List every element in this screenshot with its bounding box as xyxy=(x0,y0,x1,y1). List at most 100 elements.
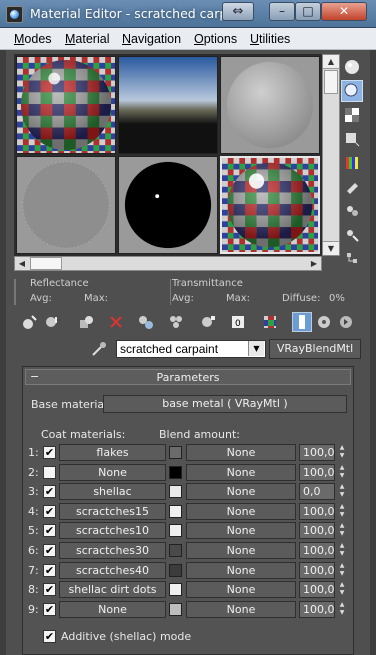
coat-color-swatch[interactable] xyxy=(169,603,182,616)
coat-enable-checkbox[interactable]: ✔ xyxy=(43,544,56,557)
coat-color-swatch[interactable] xyxy=(169,544,182,557)
close-button[interactable]: ✕ xyxy=(321,2,367,21)
coat-enable-checkbox[interactable] xyxy=(43,466,56,479)
coat-color-swatch[interactable] xyxy=(169,505,182,518)
blend-amount-spinner[interactable]: ▲ ▼ xyxy=(337,522,347,539)
scroll-up-icon[interactable]: ▲ xyxy=(323,55,339,69)
material-type-button[interactable]: VRayBlendMtl xyxy=(269,339,361,359)
parameters-rollout-header[interactable]: Parameters − xyxy=(25,369,351,385)
menu-options[interactable]: Options xyxy=(194,32,237,46)
make-unique-icon[interactable] xyxy=(166,312,186,332)
menu-utilities[interactable]: Utilities xyxy=(250,32,290,46)
sample-slot-4[interactable] xyxy=(16,156,116,254)
get-material-icon[interactable] xyxy=(20,312,40,332)
coat-color-swatch[interactable] xyxy=(169,446,182,459)
blend-amount-field[interactable]: 100,0 xyxy=(299,542,335,559)
blend-map-button[interactable]: None xyxy=(186,601,296,618)
coat-material-button[interactable]: scractches40 xyxy=(59,562,166,579)
coat-material-button[interactable]: shellac xyxy=(59,483,166,500)
coat-color-swatch[interactable] xyxy=(169,485,182,498)
go-forward-sibling-icon[interactable] xyxy=(336,312,356,332)
coat-enable-checkbox[interactable]: ✔ xyxy=(43,524,56,537)
menu-material[interactable]: Material xyxy=(65,32,109,46)
blend-amount-field[interactable]: 100,0 xyxy=(299,464,335,481)
blend-amount-spinner[interactable]: ▲ ▼ xyxy=(337,483,347,500)
blend-map-button[interactable]: None xyxy=(186,464,296,481)
maximize-button[interactable]: □ xyxy=(295,2,321,21)
coat-material-button[interactable]: scractches10 xyxy=(59,522,166,539)
blend-amount-spinner[interactable]: ▲ ▼ xyxy=(337,503,347,520)
show-end-result-icon[interactable] xyxy=(292,312,312,332)
sample-slot-5[interactable] xyxy=(118,156,218,254)
collapse-icon[interactable]: − xyxy=(30,370,39,383)
scroll-down-icon[interactable]: ▼ xyxy=(323,241,339,255)
sample-slot-1[interactable] xyxy=(16,56,116,154)
scroll-right-icon[interactable]: ▶ xyxy=(307,257,321,270)
additive-mode-checkbox[interactable]: ✔ xyxy=(43,630,56,643)
assign-material-icon[interactable] xyxy=(76,312,96,332)
go-to-parent-icon[interactable] xyxy=(314,312,334,332)
blend-amount-spinner[interactable]: ▲ ▼ xyxy=(337,601,347,618)
coat-enable-checkbox[interactable]: ✔ xyxy=(43,564,56,577)
menu-navigation[interactable]: Navigation xyxy=(122,32,181,46)
put-material-icon[interactable] xyxy=(42,312,62,332)
reset-map-icon[interactable] xyxy=(106,312,126,332)
coat-color-swatch[interactable] xyxy=(169,466,182,479)
blend-amount-field[interactable]: 0,0 xyxy=(299,483,335,500)
slots-horizontal-scrollbar[interactable]: ◀ ▶ xyxy=(14,256,322,271)
background-icon[interactable] xyxy=(341,104,363,126)
scroll-thumb-horizontal[interactable] xyxy=(30,257,62,270)
blend-amount-spinner[interactable]: ▲ ▼ xyxy=(337,562,347,579)
blend-amount-field[interactable]: 100,0 xyxy=(299,522,335,539)
sample-slot-3[interactable] xyxy=(220,56,320,154)
chevron-down-icon[interactable]: ▼ xyxy=(248,341,264,356)
blend-amount-field[interactable]: 100,0 xyxy=(299,581,335,598)
coat-enable-checkbox[interactable]: ✔ xyxy=(43,485,56,498)
coat-color-swatch[interactable] xyxy=(169,583,182,596)
coat-enable-checkbox[interactable]: ✔ xyxy=(43,446,56,459)
sample-type-icon[interactable] xyxy=(341,56,363,78)
sample-uv-tiling-icon[interactable] xyxy=(341,128,363,150)
blend-amount-spinner[interactable]: ▲ ▼ xyxy=(337,464,347,481)
backlight-icon[interactable] xyxy=(341,80,363,102)
select-by-material-icon[interactable] xyxy=(341,224,363,246)
scroll-left-icon[interactable]: ◀ xyxy=(15,257,29,270)
blend-amount-spinner[interactable]: ▲ ▼ xyxy=(337,444,347,461)
sample-slot-6[interactable] xyxy=(220,156,320,254)
swap-arrows-icon[interactable]: ⇔ xyxy=(222,2,254,21)
material-map-navigator-icon[interactable] xyxy=(341,248,363,270)
pick-material-eyedropper-icon[interactable] xyxy=(90,340,108,358)
blend-amount-field[interactable]: 100,0 xyxy=(299,503,335,520)
sample-slot-2[interactable] xyxy=(118,56,218,154)
slots-vertical-scrollbar[interactable]: ▲ ▼ xyxy=(322,54,340,256)
coat-material-button[interactable]: None xyxy=(59,464,166,481)
coat-material-button[interactable]: shellac dirt dots xyxy=(59,581,166,598)
coat-enable-checkbox[interactable]: ✔ xyxy=(43,583,56,596)
options-icon[interactable] xyxy=(341,200,363,222)
coat-color-swatch[interactable] xyxy=(169,524,182,537)
blend-amount-field[interactable]: 100,0 xyxy=(299,562,335,579)
minimize-button[interactable]: – xyxy=(269,2,295,21)
blend-amount-spinner[interactable]: ▲ ▼ xyxy=(337,542,347,559)
copy-material-icon[interactable] xyxy=(136,312,156,332)
coat-material-button[interactable]: scractches30 xyxy=(59,542,166,559)
show-shaded-material-icon[interactable] xyxy=(260,312,280,332)
base-material-button[interactable]: base metal ( VRayMtl ) xyxy=(103,395,347,413)
scroll-thumb[interactable] xyxy=(324,70,338,94)
coat-material-button[interactable]: scractches15 xyxy=(59,503,166,520)
blend-map-button[interactable]: None xyxy=(186,503,296,520)
blend-amount-field[interactable]: 100,0 xyxy=(299,444,335,461)
menu-modes[interactable]: Modes xyxy=(14,32,52,46)
blend-map-button[interactable]: None xyxy=(186,542,296,559)
blend-map-button[interactable]: None xyxy=(186,562,296,579)
blend-amount-field[interactable]: 100,0 xyxy=(299,601,335,618)
video-color-check-icon[interactable] xyxy=(341,152,363,174)
make-preview-icon[interactable] xyxy=(341,176,363,198)
coat-color-swatch[interactable] xyxy=(169,564,182,577)
coat-material-button[interactable]: flakes xyxy=(59,444,166,461)
coat-enable-checkbox[interactable]: ✔ xyxy=(43,505,56,518)
blend-amount-spinner[interactable]: ▲ ▼ xyxy=(337,581,347,598)
coat-material-button[interactable]: None xyxy=(59,601,166,618)
blend-map-button[interactable]: None xyxy=(186,483,296,500)
material-name-field[interactable]: scratched carpaint xyxy=(116,340,266,358)
